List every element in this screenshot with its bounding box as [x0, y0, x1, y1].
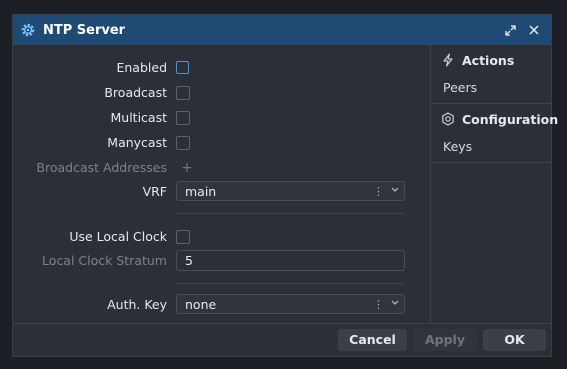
actions-header-label: Actions [462, 52, 515, 68]
vrf-row: VRF main ⋮ [13, 181, 430, 203]
manycast-checkbox[interactable] [176, 136, 190, 150]
title-bar: NTP Server [13, 15, 551, 45]
sidebar: Actions Peers Configuration Keys [430, 45, 558, 326]
use-local-clock-row: Use Local Clock [13, 226, 430, 248]
configuration-header: Configuration [431, 105, 558, 133]
sidebar-item-peers[interactable]: Peers [443, 76, 477, 100]
local-clock-stratum-row: Local Clock Stratum 5 [13, 250, 430, 272]
add-icon[interactable]: + [178, 159, 196, 177]
ok-button[interactable]: OK [483, 329, 546, 351]
manycast-row: Manycast [13, 132, 430, 154]
broadcast-checkbox[interactable] [176, 86, 190, 100]
enabled-checkbox[interactable] [176, 61, 189, 74]
divider [176, 213, 405, 214]
dialog-footer: Cancel Apply OK [13, 323, 551, 356]
vrf-value: main [185, 184, 217, 199]
auth-key-label: Auth. Key [107, 297, 167, 312]
restore-icon[interactable] [501, 21, 519, 39]
sidebar-item-keys[interactable]: Keys [443, 135, 472, 159]
auth-key-select[interactable]: none ⋮ [176, 294, 405, 314]
actions-header: Actions [431, 46, 552, 74]
cancel-button[interactable]: Cancel [338, 329, 407, 351]
settings-icon [441, 112, 455, 126]
close-icon[interactable] [525, 21, 543, 39]
local-clock-stratum-input[interactable]: 5 [176, 250, 405, 271]
window-title: NTP Server [43, 22, 126, 38]
local-clock-stratum-value: 5 [185, 253, 193, 268]
multicast-checkbox[interactable] [176, 111, 190, 125]
auth-key-row: Auth. Key none ⋮ [13, 294, 430, 316]
vrf-label: VRF [142, 184, 167, 199]
sidebar-divider [431, 162, 552, 163]
multicast-row: Multicast [13, 107, 430, 129]
chevron-down-icon[interactable] [391, 182, 399, 201]
local-clock-stratum-label: Local Clock Stratum [42, 253, 167, 268]
more-icon[interactable]: ⋮ [373, 295, 384, 314]
ntp-server-dialog: NTP Server Enabled Broadcast Multicast M… [12, 14, 558, 357]
multicast-label: Multicast [110, 110, 167, 125]
enabled-label: Enabled [116, 60, 167, 75]
vrf-select[interactable]: main ⋮ [176, 181, 405, 201]
gear-icon [19, 21, 37, 39]
broadcast-row: Broadcast [13, 82, 430, 104]
broadcast-addresses-row: Broadcast Addresses + [13, 157, 430, 179]
broadcast-addresses-label: Broadcast Addresses [36, 160, 167, 175]
apply-button[interactable]: Apply [413, 329, 477, 351]
more-icon[interactable]: ⋮ [373, 182, 384, 201]
sidebar-divider [431, 103, 552, 104]
lightning-icon [441, 53, 455, 67]
configuration-header-label: Configuration [462, 111, 559, 127]
enabled-row: Enabled [13, 57, 430, 79]
chevron-down-icon[interactable] [391, 295, 399, 314]
use-local-clock-checkbox[interactable] [176, 230, 190, 244]
manycast-label: Manycast [107, 135, 167, 150]
form-panel: Enabled Broadcast Multicast Manycast Bro… [13, 45, 430, 326]
broadcast-label: Broadcast [104, 85, 167, 100]
use-local-clock-label: Use Local Clock [69, 229, 167, 244]
divider [176, 283, 405, 284]
auth-key-value: none [185, 297, 217, 312]
